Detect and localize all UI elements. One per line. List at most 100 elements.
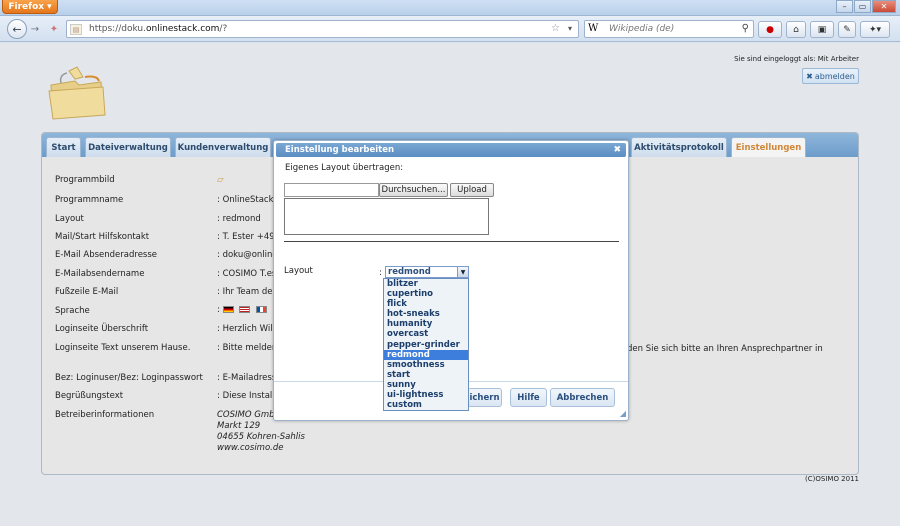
- setting-label: E-Mail Absenderadresse: [55, 250, 158, 260]
- option-redmond[interactable]: redmond: [384, 349, 468, 360]
- login-text-continuation: den Sie sich bitte an Ihren Ansprechpart…: [627, 344, 823, 354]
- dialog-title: Einstellung bearbeiten: [285, 145, 395, 155]
- search-icon[interactable]: ⚲: [742, 23, 749, 34]
- divider: [284, 241, 619, 242]
- addon-icon[interactable]: ✦▾: [860, 21, 890, 38]
- layout-label: Layout: [284, 266, 313, 276]
- layout-colon: :: [379, 268, 382, 278]
- setting-value: : OnlineStack.: [217, 195, 277, 205]
- folder-logo-icon: [48, 66, 106, 120]
- us-flag-icon[interactable]: [239, 306, 251, 313]
- option-hot-sneaks[interactable]: hot-sneaks: [384, 309, 468, 319]
- forward-icon[interactable]: →: [28, 22, 42, 36]
- sidebar-icon[interactable]: ▣: [810, 21, 834, 38]
- maximize-icon[interactable]: ▭: [854, 0, 871, 13]
- option-humanity[interactable]: humanity: [384, 319, 468, 329]
- resize-grip-icon[interactable]: ◢: [620, 409, 626, 418]
- option-flick[interactable]: flick: [384, 299, 468, 309]
- back-icon[interactable]: ←: [7, 19, 27, 39]
- dialog-title-bar[interactable]: Einstellung bearbeiten ✖: [276, 143, 626, 157]
- dropdown-arrow-icon: ▾: [47, 1, 52, 12]
- language-flags: :: [217, 305, 270, 315]
- url-text[interactable]: https://doku.onlinestack.com/?: [89, 24, 227, 34]
- upload-button[interactable]: Upload: [450, 183, 494, 197]
- setting-label: Betreiberinformationen: [55, 410, 155, 420]
- close-icon: ✖: [806, 71, 813, 81]
- file-input[interactable]: [284, 183, 379, 197]
- wikipedia-icon[interactable]: W: [588, 23, 598, 34]
- option-smoothness[interactable]: smoothness: [384, 360, 468, 370]
- search-bar[interactable]: W Wikipedia (de) ⚲: [584, 20, 754, 38]
- setting-value: : Ihr Team de: [217, 287, 273, 297]
- option-sunny[interactable]: sunny: [384, 380, 468, 390]
- setting-value: : Diese Install: [217, 391, 275, 401]
- option-ui-lightness[interactable]: ui-lightness: [384, 390, 468, 400]
- login-status: Sie sind eingeloggt als: Mit Arbeiter: [734, 55, 859, 63]
- setting-value: : doku@online: [217, 250, 278, 260]
- option-pepper-grinder[interactable]: pepper-grinder: [384, 340, 468, 350]
- operator-city: 04655 Kohren-Sahlis: [217, 432, 305, 442]
- site-favicon-icon: ▤: [70, 24, 82, 35]
- setting-label: Programmname: [55, 195, 124, 205]
- layout-select-value: redmond: [388, 267, 431, 277]
- tab-aktivitaetsprotokoll[interactable]: Aktivitätsprotokoll: [631, 137, 727, 157]
- tab-start[interactable]: Start: [46, 137, 81, 157]
- option-blitzer[interactable]: blitzer: [384, 279, 468, 289]
- setting-label: Bez: Loginuser/Bez: Loginpasswort: [55, 373, 203, 383]
- close-window-icon[interactable]: ✕: [872, 0, 896, 13]
- setting-label: Layout: [55, 214, 84, 224]
- tab-kundenverwaltung[interactable]: Kundenverwaltung: [175, 137, 271, 157]
- help-button[interactable]: Hilfe: [510, 388, 547, 407]
- setting-label: E-Mailabsendername: [55, 269, 145, 279]
- setting-label: Begrüßungstext: [55, 391, 124, 401]
- tab-einstellungen[interactable]: Einstellungen: [731, 137, 806, 157]
- setting-value: : redmond: [217, 214, 261, 224]
- german-flag-icon[interactable]: [222, 306, 234, 313]
- setting-label: Programmbild: [55, 175, 115, 185]
- window-titlebar: Firefox ▾ – ▭ ✕: [0, 0, 900, 16]
- program-image-icon: ▱: [217, 175, 224, 185]
- setting-label: Fußzeile E-Mail: [55, 287, 119, 297]
- layout-dropdown-list: blitzer cupertino flick hot-sneaks human…: [383, 278, 469, 411]
- own-layout-label: Eigenes Layout übertragen:: [285, 163, 404, 173]
- setting-label: Sprache: [55, 306, 90, 316]
- pen-icon[interactable]: ✎: [838, 21, 856, 38]
- bookmark-fox-icon[interactable]: ✦: [47, 22, 61, 36]
- setting-label: Loginseite Überschrift: [55, 324, 149, 334]
- chevron-down-icon[interactable]: ▼: [457, 267, 468, 277]
- setting-value: : Herzlich Will: [217, 324, 275, 334]
- option-start[interactable]: start: [384, 370, 468, 380]
- firefox-menu-button[interactable]: Firefox ▾: [2, 0, 58, 14]
- tab-dateiverwaltung[interactable]: Dateiverwaltung: [85, 137, 171, 157]
- url-dropdown-icon[interactable]: ▾: [568, 24, 572, 33]
- close-icon[interactable]: ✖: [613, 143, 621, 157]
- layout-textarea[interactable]: [284, 198, 489, 235]
- operator-street: Markt 129: [217, 421, 261, 431]
- copyright-footer: (C)OSIMO 2011: [805, 475, 859, 483]
- setting-value: : E-Mailadress: [217, 373, 277, 383]
- search-input[interactable]: Wikipedia (de): [609, 24, 674, 34]
- bookmark-star-icon[interactable]: ☆: [551, 23, 560, 34]
- adblock-icon[interactable]: ●: [758, 21, 782, 38]
- window-controls: – ▭ ✕: [835, 0, 896, 13]
- option-cupertino[interactable]: cupertino: [384, 289, 468, 299]
- option-custom[interactable]: custom: [384, 400, 468, 410]
- browse-button[interactable]: Durchsuchen...: [379, 183, 448, 197]
- home-icon[interactable]: ⌂: [786, 21, 806, 38]
- layout-select[interactable]: redmond ▼: [385, 266, 469, 278]
- setting-value: : T. Ester +49: [217, 232, 275, 242]
- setting-value: : Bitte melden: [217, 343, 278, 353]
- cancel-button[interactable]: Abbrechen: [550, 388, 615, 407]
- save-button[interactable]: ichern: [467, 388, 502, 407]
- setting-value: : COSIMO T.es: [217, 269, 277, 279]
- logout-button[interactable]: ✖ abmelden: [802, 68, 859, 84]
- setting-label: Loginseite Text unserem Hause.: [55, 343, 191, 353]
- setting-label: Mail/Start Hilfskontakt: [55, 232, 150, 242]
- option-overcast[interactable]: overcast: [384, 329, 468, 339]
- url-bar[interactable]: ▤ https://doku.onlinestack.com/? ☆ ▾: [66, 20, 579, 38]
- french-flag-icon[interactable]: [255, 306, 267, 313]
- navigation-bar: ← → ✦ ▤ https://doku.onlinestack.com/? ☆…: [0, 16, 900, 42]
- operator-website[interactable]: www.cosimo.de: [217, 443, 284, 453]
- operator-name: COSIMO GmbH: [217, 410, 281, 420]
- minimize-icon[interactable]: –: [836, 0, 853, 13]
